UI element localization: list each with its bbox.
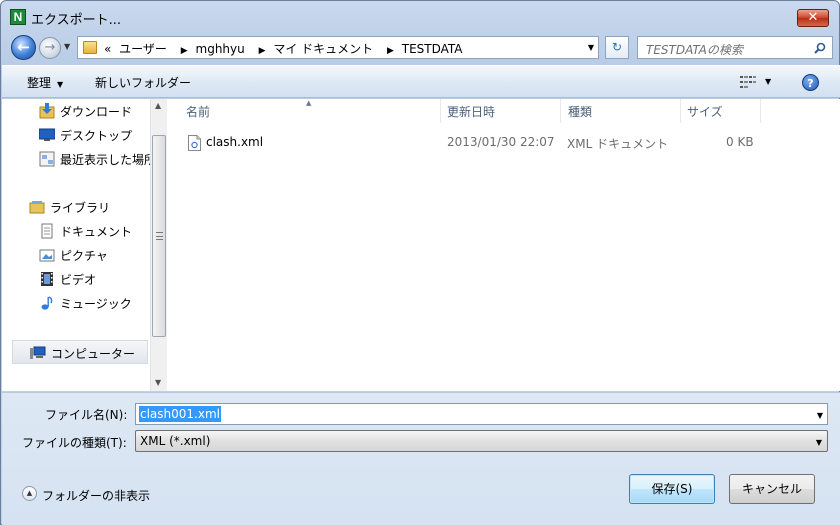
close-button[interactable]: ✕ xyxy=(797,9,829,27)
download-folder-icon xyxy=(39,103,55,119)
column-divider[interactable] xyxy=(680,99,681,123)
column-divider[interactable] xyxy=(440,99,441,123)
documents-icon xyxy=(41,223,53,239)
address-bar[interactable]: « ユーザー ▶ mghhyu ▶ マイ ドキュメント ▶ TESTDATA ▼ xyxy=(77,36,599,59)
folder-icon xyxy=(83,41,97,54)
breadcrumb-item[interactable]: mghhyu xyxy=(196,42,245,56)
navigation-pane: ダウンロード デスクトップ 最近表示した場所 ライブラリ ドキュメント ピクチャ… xyxy=(2,99,150,391)
scroll-down-icon[interactable]: ▼ xyxy=(155,378,161,387)
chevron-right-icon[interactable]: ▶ xyxy=(181,46,188,56)
filetype-value: XML (*.xml) xyxy=(140,434,211,448)
breadcrumb-item[interactable]: TESTDATA xyxy=(402,42,463,56)
computer-label: コンピューター xyxy=(51,347,136,361)
file-list: ▲ 名前 更新日時 種類 サイズ clash.xml 2013/01/30 22… xyxy=(168,99,840,391)
breadcrumb-item[interactable]: ユーザー xyxy=(119,42,167,56)
organize-label: 整理 xyxy=(27,76,52,90)
window-title: エクスポート... xyxy=(31,13,122,28)
sidebar-item-computer[interactable]: コンピューター xyxy=(12,340,148,364)
chevron-down-icon: ▼ xyxy=(815,438,822,447)
libraries-icon xyxy=(29,201,45,214)
search-box[interactable]: TESTDATAの検索 xyxy=(637,36,833,59)
title-bar[interactable]: N エクスポート... ✕ xyxy=(1,1,839,31)
search-icon[interactable] xyxy=(814,42,826,54)
recent-places-icon xyxy=(39,151,55,167)
app-icon: N xyxy=(10,9,26,25)
file-modified: 2013/01/30 22:07 xyxy=(447,135,555,149)
help-icon[interactable]: ? xyxy=(802,74,819,91)
file-type: XML ドキュメント xyxy=(567,137,669,151)
column-header-type[interactable]: 種類 xyxy=(568,103,592,120)
browser-area: ダウンロード デスクトップ 最近表示した場所 ライブラリ ドキュメント ピクチャ… xyxy=(2,99,840,391)
view-dropdown-icon[interactable]: ▼ xyxy=(765,77,771,86)
chevron-up-icon: ▲ xyxy=(22,486,37,501)
scrollbar-thumb[interactable] xyxy=(152,135,166,337)
chevron-right-icon[interactable]: ▶ xyxy=(387,46,394,56)
column-header-modified[interactable]: 更新日時 xyxy=(447,103,495,120)
chevron-right-icon[interactable]: ▶ xyxy=(259,46,266,56)
filename-label: ファイル名(N): xyxy=(45,408,128,422)
navigation-scrollbar[interactable]: ▲ ▼ xyxy=(150,99,167,391)
refresh-button[interactable]: ↻ xyxy=(605,36,629,59)
filename-input[interactable]: clash001.xml ▼ xyxy=(135,403,828,425)
column-header-size[interactable]: サイズ xyxy=(687,103,723,120)
desktop-icon xyxy=(39,128,55,141)
column-header-name[interactable]: 名前 xyxy=(186,103,210,120)
video-icon xyxy=(41,272,53,286)
search-input[interactable]: TESTDATAの検索 xyxy=(646,41,743,58)
save-button[interactable]: 保存(S) xyxy=(629,474,715,504)
hide-folders-label: フォルダーの非表示 xyxy=(42,489,151,503)
file-name[interactable]: clash.xml xyxy=(206,135,263,149)
breadcrumb-overflow[interactable]: « xyxy=(104,42,111,56)
column-divider[interactable] xyxy=(560,99,561,123)
computer-icon xyxy=(30,346,46,359)
filetype-label: ファイルの種類(T): xyxy=(22,436,127,450)
breadcrumb: « ユーザー ▶ mghhyu ▶ マイ ドキュメント ▶ TESTDATA xyxy=(104,40,467,57)
scroll-up-icon[interactable]: ▲ xyxy=(155,101,161,110)
sort-ascending-icon: ▲ xyxy=(306,99,312,107)
chevron-down-icon: ▼ xyxy=(57,80,64,89)
back-button[interactable]: ← xyxy=(11,35,36,60)
filename-value[interactable]: clash001.xml xyxy=(139,406,221,422)
save-form: ファイル名(N): clash001.xml ▼ ファイルの種類(T): XML… xyxy=(2,392,840,525)
grip-icon xyxy=(156,232,163,240)
cancel-button[interactable]: キャンセル xyxy=(729,474,815,504)
view-options-icon[interactable] xyxy=(740,76,756,88)
breadcrumb-item[interactable]: マイ ドキュメント xyxy=(273,42,373,56)
forward-button[interactable]: → xyxy=(39,37,61,59)
navigation-bar: ← → ▼ « ユーザー ▶ mghhyu ▶ マイ ドキュメント ▶ TEST… xyxy=(9,33,833,61)
organize-button[interactable]: 整理 ▼ xyxy=(27,74,63,91)
export-dialog: N エクスポート... ✕ ← → ▼ « ユーザー ▶ mghhyu ▶ マイ… xyxy=(0,0,840,525)
command-bar: 整理 ▼ 新しいフォルダー ▼ ? xyxy=(2,65,840,98)
file-size: 0 KB xyxy=(726,135,754,149)
filetype-select[interactable]: XML (*.xml) ▼ xyxy=(135,430,828,452)
music-icon xyxy=(41,296,53,310)
column-divider[interactable] xyxy=(760,99,761,123)
recent-pages-dropdown-icon[interactable]: ▼ xyxy=(64,42,70,51)
new-folder-button[interactable]: 新しいフォルダー xyxy=(95,74,191,91)
address-dropdown-icon[interactable]: ▼ xyxy=(588,43,594,52)
filename-dropdown-icon[interactable]: ▼ xyxy=(817,411,823,420)
xml-file-icon xyxy=(188,135,201,151)
pictures-icon xyxy=(39,249,55,262)
